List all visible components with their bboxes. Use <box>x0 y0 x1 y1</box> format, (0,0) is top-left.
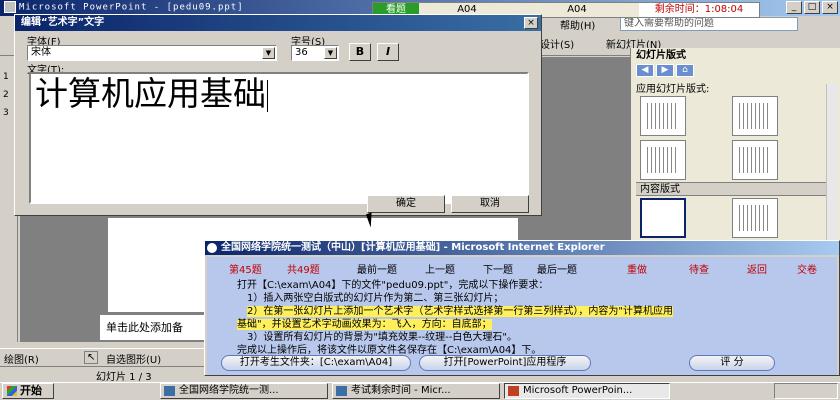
outline-number: 1 <box>3 72 9 82</box>
instruction-line: 1）插入两张空白版式的幻灯片作为第二、第三张幻灯片； <box>247 293 504 304</box>
task-pane-title: 幻灯片版式 <box>636 50 686 61</box>
bold-button[interactable]: B <box>349 43 371 61</box>
ie-icon <box>207 243 217 253</box>
ie-icon <box>164 386 175 396</box>
forward-arrow-icon[interactable]: ▶ <box>656 64 674 77</box>
wordart-text-input[interactable]: 计算机应用基础 <box>29 72 529 204</box>
powerpoint-icon <box>4 1 16 13</box>
score-button[interactable]: 评 分 <box>689 355 775 371</box>
content-layout-section: 内容版式 <box>636 182 836 196</box>
draw-menu-button[interactable]: 绘图(R) <box>4 351 39 366</box>
outline-number: 3 <box>3 108 9 118</box>
maximize-button[interactable]: □ <box>804 1 820 14</box>
system-tray <box>774 383 838 399</box>
window-controls: _ □ × <box>786 1 838 14</box>
redo-link[interactable]: 重做 <box>627 261 647 276</box>
start-button[interactable]: 开始 <box>2 383 54 399</box>
menu-help[interactable]: 帮助(H) <box>560 17 595 32</box>
instructions: 打开【C:\exam\A04】下的文件"pedu09.ppt"，完成以下操作要求… <box>211 279 831 356</box>
wordart-dialog: 编辑“艺术字”文字 × 字体(F) 宋体 ▼ 字号(S) 36 ▼ B I 文字(T… <box>14 14 542 216</box>
layout-thumbnail[interactable] <box>732 198 778 238</box>
layout-thumbnail[interactable] <box>640 96 686 136</box>
autoshapes-button[interactable]: 自选图形(U) <box>106 351 161 366</box>
taskbar-item[interactable]: 全国网络学院统一测... <box>160 383 328 399</box>
instruction-line: 打开【C:\exam\A04】下的文件"pedu09.ppt"，完成以下操作要求… <box>237 280 549 291</box>
back-arrow-icon[interactable]: ◀ <box>636 64 654 77</box>
open-app-button[interactable]: 打开[PowerPoint]应用程序 <box>419 355 591 371</box>
last-question-link[interactable]: 最后一题 <box>537 261 577 276</box>
layout-thumbnail-selected[interactable] <box>640 198 686 238</box>
close-button[interactable]: × <box>822 1 838 14</box>
chevron-down-icon: ▼ <box>324 47 337 59</box>
taskbar-item-active[interactable]: Microsoft PowerPoin... <box>504 383 670 399</box>
cancel-button[interactable]: 取消 <box>451 195 529 213</box>
ie-icon <box>336 386 347 396</box>
design-button[interactable]: 设计(S) <box>540 36 574 51</box>
question-total: 共49题 <box>287 265 320 276</box>
windows-logo-icon <box>7 386 17 396</box>
layout-thumbnail[interactable] <box>640 140 686 180</box>
instruction-line-highlighted: 基础"，并设置艺术字动画效果为：飞入，方向：自底部； <box>237 319 492 330</box>
remaining-time: 剩余时间：1:08:04 <box>639 3 759 17</box>
app-title: Microsoft PowerPoint - [pedu09.ppt] <box>4 1 244 14</box>
prev-question-link[interactable]: 上一题 <box>425 261 455 276</box>
taskbar-item[interactable]: 考试剩余时间 - Micr... <box>332 383 500 399</box>
outline-number: 2 <box>3 90 9 100</box>
home-icon[interactable]: ⌂ <box>676 64 694 77</box>
first-question-link[interactable]: 最前一题 <box>357 261 397 276</box>
pending-link[interactable]: 待查 <box>689 261 709 276</box>
slide-counter: 幻灯片 1 / 3 <box>96 372 152 383</box>
exam-window-title: 全国网络学院统一测试（中山）[计算机应用基础] - Microsoft Inte… <box>205 241 839 255</box>
size-select[interactable]: 36 ▼ <box>291 45 339 61</box>
instruction-line: 3）设置所有幻灯片的背景为"填充效果--纹理--白色大理石"。 <box>247 332 517 343</box>
open-folder-button[interactable]: 打开考生文件夹：[C:\exam\A04] <box>221 355 411 371</box>
powerpoint-icon <box>508 386 519 396</box>
question-number: 第45题 <box>229 265 262 276</box>
layout-thumbnail[interactable] <box>732 96 778 136</box>
select-pointer-icon[interactable]: ↖ <box>84 351 99 364</box>
next-question-link[interactable]: 下一题 <box>483 261 513 276</box>
help-search-input[interactable]: 键入需要帮助的问题 <box>620 17 798 31</box>
layout-thumbnail[interactable] <box>732 140 778 180</box>
ok-button[interactable]: 确定 <box>367 195 445 213</box>
wordart-text-value: 计算机应用基础 <box>35 74 266 113</box>
task-pane-nav: ◀ ▶ ⌂ <box>636 64 836 78</box>
exam-window: 全国网络学院统一测试（中山）[计算机应用基础] - Microsoft Inte… <box>204 240 840 376</box>
dialog-title: 编辑“艺术字”文字 <box>15 15 541 31</box>
font-select[interactable]: 宋体 ▼ <box>27 45 277 61</box>
instruction-line-highlighted: 2）在第一张幻灯片上添加一个艺术字（艺术字样式选择第一行第三列样式），内容为"计… <box>247 306 673 317</box>
italic-button[interactable]: I <box>377 43 399 61</box>
exam-nav-row: 第45题 共49题 最前一题 上一题 下一题 最后一题 重做 待查 返回 交卷 <box>207 259 837 276</box>
minimize-button[interactable]: _ <box>786 1 802 14</box>
chevron-down-icon: ▼ <box>262 47 275 59</box>
dialog-close-button[interactable]: × <box>524 17 538 29</box>
return-link[interactable]: 返回 <box>747 261 767 276</box>
apply-layout-label: 应用幻灯片版式: <box>636 84 710 95</box>
submit-link[interactable]: 交卷 <box>797 261 817 276</box>
